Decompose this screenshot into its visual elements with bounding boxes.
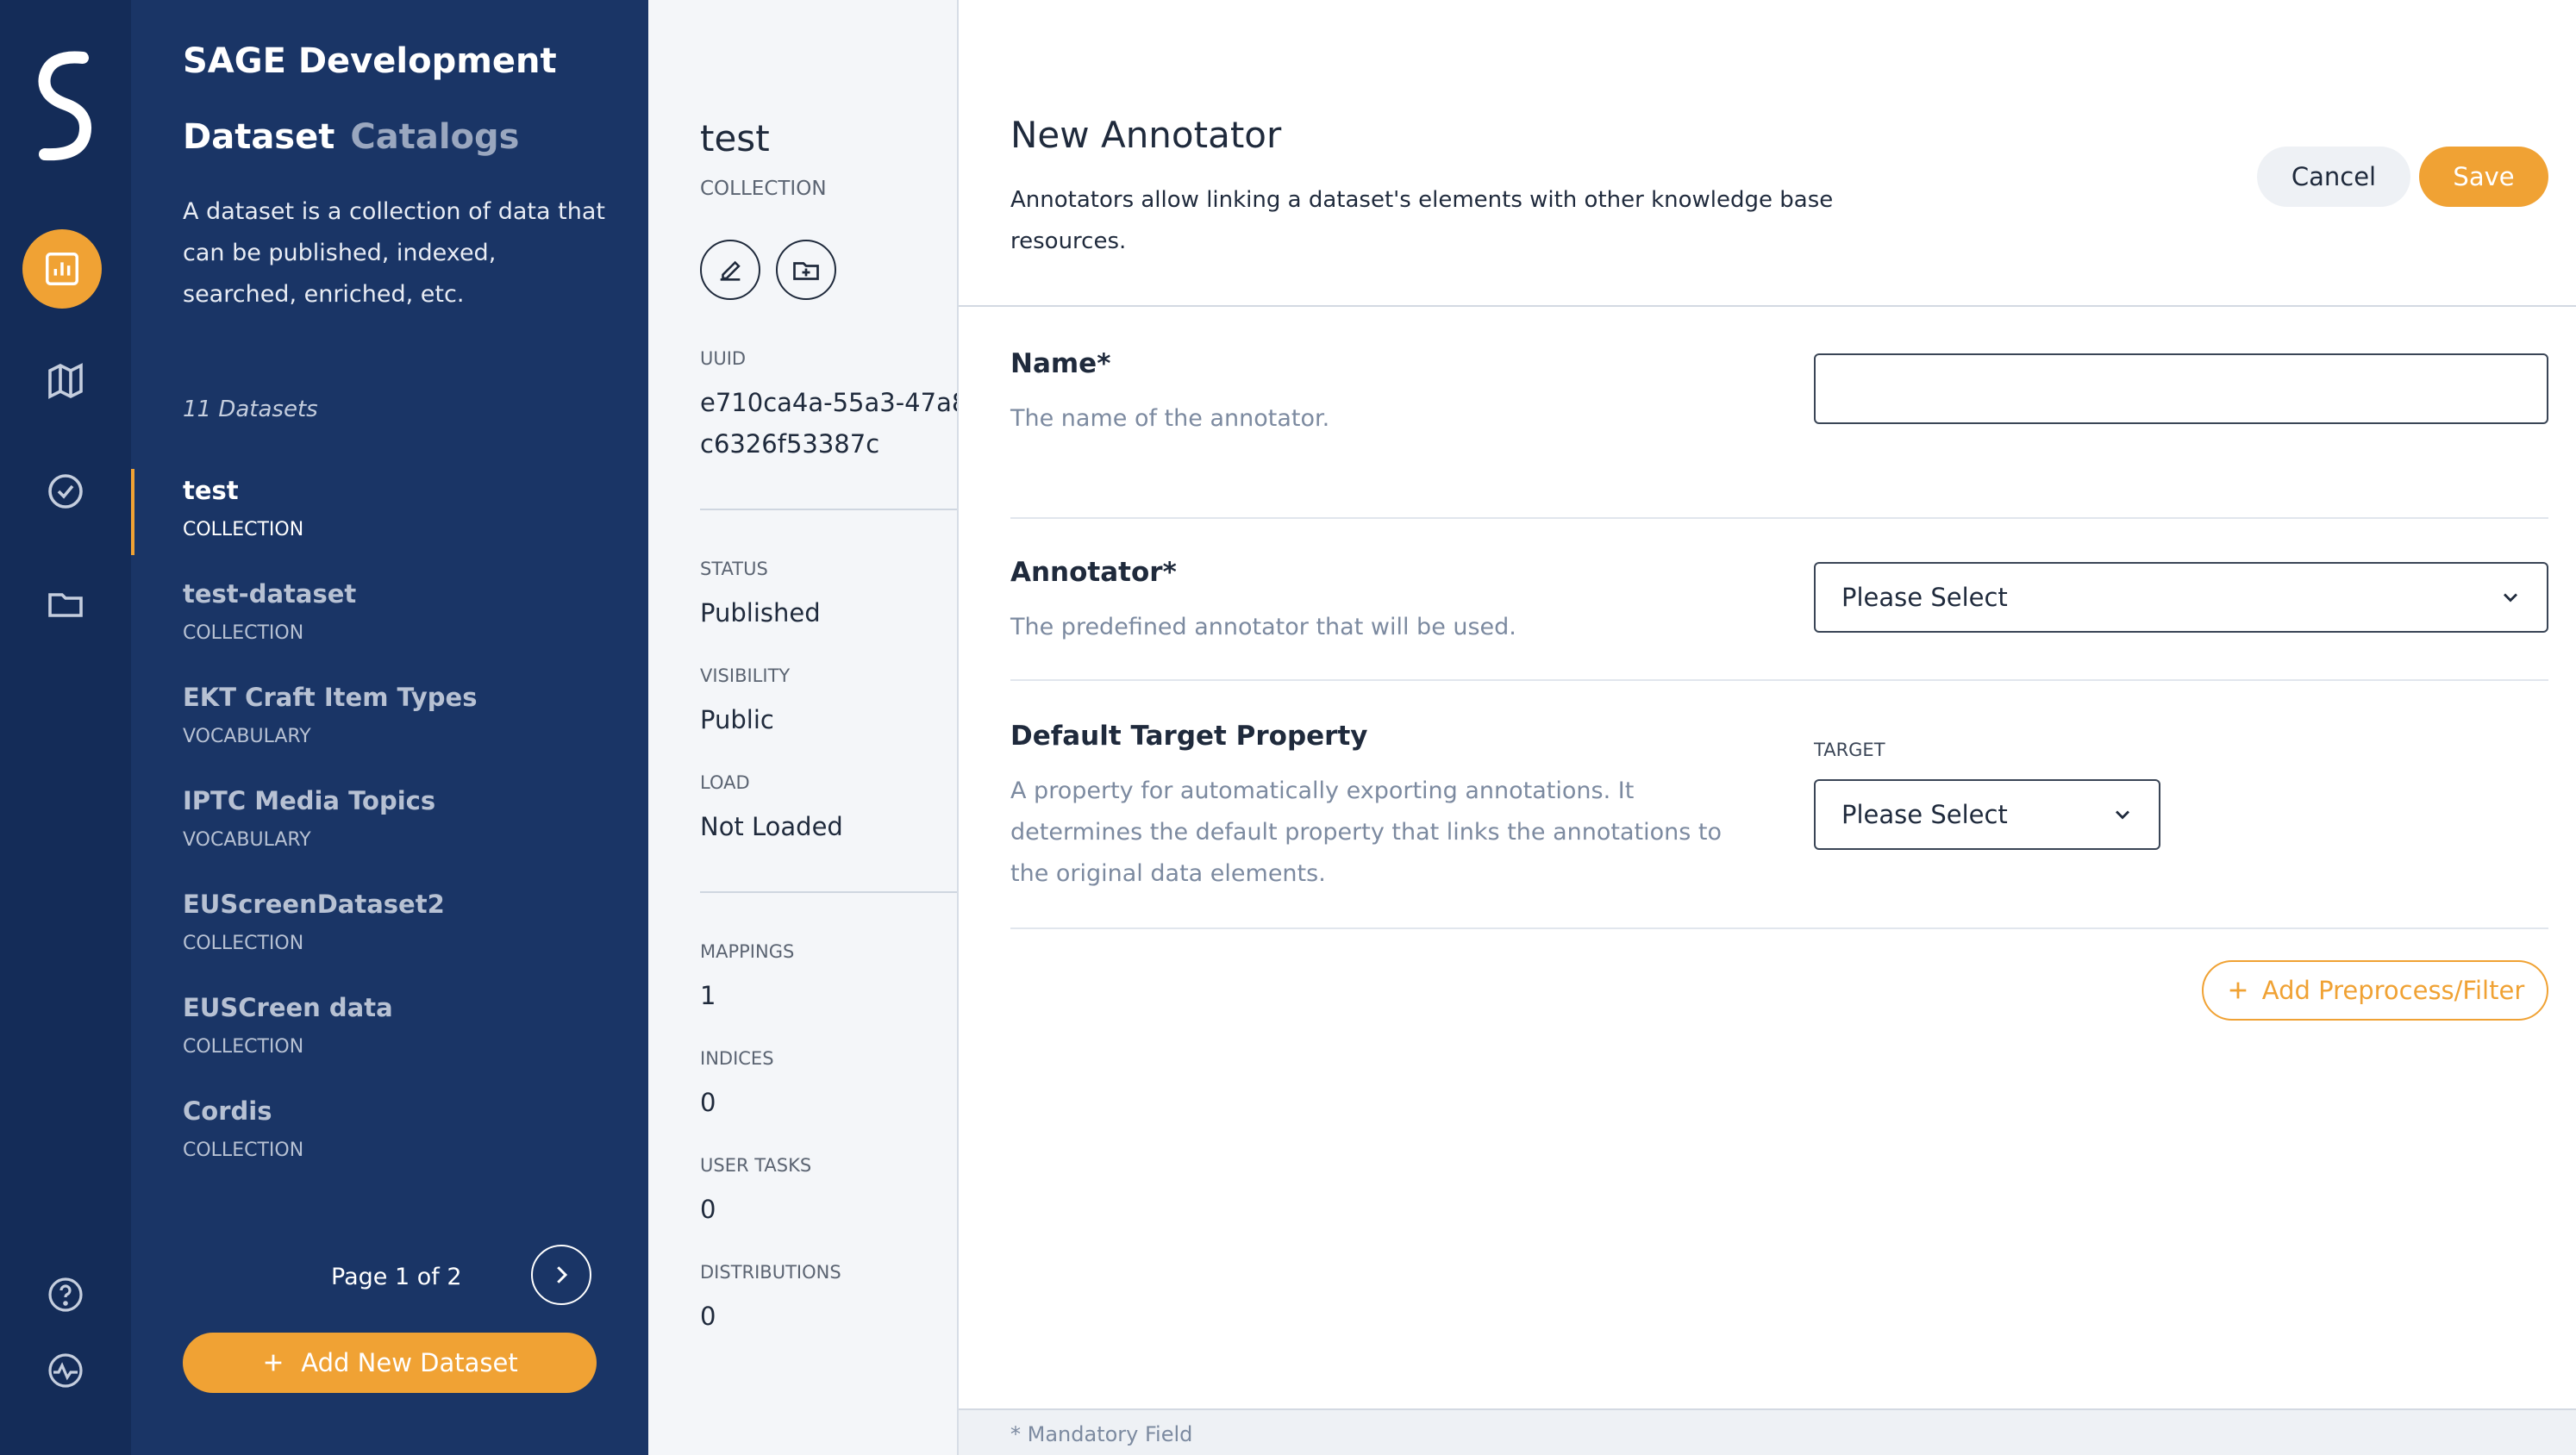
panel-tabs: Dataset Catalogs <box>183 117 519 157</box>
chevron-down-icon <box>2116 810 2129 820</box>
tasks-icon[interactable] <box>34 460 97 522</box>
row-divider <box>1010 927 2548 929</box>
dataset-name: EKT Craft Item Types <box>183 683 478 712</box>
dataset-count: 11 Datasets <box>183 397 318 422</box>
uuid-value-line1: e710ca4a-55a3-47a8 <box>700 388 959 417</box>
pencil-icon <box>720 260 741 281</box>
panel-description: A dataset is a collection of data that c… <box>183 198 605 308</box>
dataset-type: COLLECTION <box>183 1140 304 1161</box>
dataset-list-panel: SAGE Development Dataset Catalogs A datas… <box>131 0 648 1455</box>
dataset-name: test-dataset <box>183 579 357 609</box>
divider <box>700 891 957 893</box>
dataset-name: EUScreenDataset2 <box>183 890 445 919</box>
form-title: New Annotator <box>1010 114 1282 156</box>
annotator-select-value: Please Select <box>1841 583 2008 612</box>
annotator-help: The predefined annotator that will be us… <box>1010 614 1516 640</box>
dataset-name: test <box>183 476 239 505</box>
indices-value: 0 <box>700 1088 716 1117</box>
mappings-label: MAPPINGS <box>700 941 795 962</box>
distributions-label: DISTRIBUTIONS <box>700 1262 841 1283</box>
annotator-select[interactable]: Please Select <box>1814 562 2548 633</box>
dataset-item-test-dataset[interactable]: test-dataset COLLECTION <box>183 579 614 674</box>
tab-dataset[interactable]: Dataset <box>183 117 335 157</box>
status-value: Published <box>700 598 821 628</box>
annotator-form: New Annotator Annotators allow linking a… <box>959 0 2576 1455</box>
mandatory-note: * Mandatory Field <box>1010 1422 1193 1446</box>
load-value: Not Loaded <box>700 812 843 841</box>
row-divider <box>1010 517 2548 519</box>
chevron-right-icon <box>557 1266 568 1283</box>
indices-label: INDICES <box>700 1048 774 1069</box>
icon-rail <box>0 0 131 1455</box>
target-label: TARGET <box>1814 740 1885 760</box>
target-property-help: A property for automatically exporting a… <box>1010 777 1722 887</box>
name-input[interactable] <box>1814 353 2548 424</box>
dataset-item-test[interactable]: test COLLECTION <box>131 469 614 571</box>
visibility-value: Public <box>700 705 774 734</box>
uuid-label: UUID <box>700 348 747 369</box>
plus-icon <box>2229 982 2247 999</box>
dataset-name: EUSCreen data <box>183 993 393 1022</box>
dataset-item-euscreen-data[interactable]: EUSCreen data COLLECTION <box>183 993 614 1088</box>
dataset-type: VOCABULARY <box>183 829 311 851</box>
uuid-value-line2: c6326f53387c <box>700 429 880 459</box>
dataset-subtitle: COLLECTION <box>700 178 827 200</box>
user-tasks-value: 0 <box>700 1195 716 1224</box>
dataset-type: VOCABULARY <box>183 726 311 747</box>
divider <box>700 509 957 510</box>
form-footer: * Mandatory Field <box>959 1408 2576 1455</box>
activity-icon[interactable] <box>34 1339 97 1402</box>
next-page-button[interactable] <box>531 1245 591 1305</box>
name-help: The name of the annotator. <box>1010 405 1330 432</box>
help-icon[interactable] <box>34 1264 97 1326</box>
load-label: LOAD <box>700 772 750 793</box>
dataset-type: COLLECTION <box>183 1036 304 1058</box>
target-property-label: Default Target Property <box>1010 721 1368 752</box>
folder-icon[interactable] <box>34 572 97 634</box>
dataset-details-panel: test COLLECTION UUID e710ca4a-55a3-47a8 … <box>648 0 959 1455</box>
add-preprocess-filter-label: Add Preprocess/Filter <box>2261 976 2525 1005</box>
dataset-type: COLLECTION <box>183 519 304 540</box>
pager-label: Page 1 of 2 <box>331 1264 462 1290</box>
map-icon[interactable] <box>34 350 97 412</box>
add-preprocess-filter-button[interactable]: Add Preprocess/Filter <box>2202 960 2548 1021</box>
distributions-value: 0 <box>700 1302 716 1331</box>
mappings-value: 1 <box>700 981 716 1010</box>
tab-catalogs[interactable]: Catalogs <box>350 117 519 157</box>
add-dataset-label: Add New Dataset <box>301 1348 518 1377</box>
dataset-title: test <box>700 117 770 159</box>
dataset-type: COLLECTION <box>183 622 304 644</box>
dataset-item-ekt-craft[interactable]: EKT Craft Item Types VOCABULARY <box>183 683 614 777</box>
app-name: SAGE Development <box>183 41 557 81</box>
edit-button[interactable] <box>700 240 760 300</box>
visibility-label: VISIBILITY <box>700 665 791 686</box>
dataset-name: Cordis <box>183 1096 272 1126</box>
target-select[interactable]: Please Select <box>1814 779 2160 850</box>
folder-plus-icon <box>793 262 819 280</box>
dataset-name: IPTC Media Topics <box>183 786 436 815</box>
active-indicator <box>131 469 134 555</box>
status-label: STATUS <box>700 559 768 579</box>
name-label: Name* <box>1010 348 1111 379</box>
dataset-item-iptc[interactable]: IPTC Media Topics VOCABULARY <box>183 786 614 881</box>
user-tasks-label: USER TASKS <box>700 1155 812 1176</box>
datasets-icon[interactable] <box>22 229 102 309</box>
plus-icon <box>265 1354 282 1371</box>
row-divider <box>1010 679 2548 681</box>
add-dataset-button[interactable]: Add New Dataset <box>183 1333 597 1393</box>
add-to-folder-button[interactable] <box>776 240 836 300</box>
dataset-item-cordis[interactable]: Cordis COLLECTION <box>183 1096 614 1191</box>
dataset-item-euscreen2[interactable]: EUScreenDataset2 COLLECTION <box>183 890 614 984</box>
save-button[interactable]: Save <box>2419 147 2548 207</box>
cancel-button[interactable]: Cancel <box>2257 147 2410 207</box>
form-description: Annotators allow linking a dataset's ele… <box>1010 187 1834 254</box>
header-divider <box>959 305 2576 307</box>
dataset-type: COLLECTION <box>183 933 304 954</box>
target-select-value: Please Select <box>1841 800 2008 829</box>
chevron-down-icon <box>2504 593 2517 603</box>
annotator-label: Annotator* <box>1010 557 1177 588</box>
logo-icon[interactable] <box>31 50 100 162</box>
